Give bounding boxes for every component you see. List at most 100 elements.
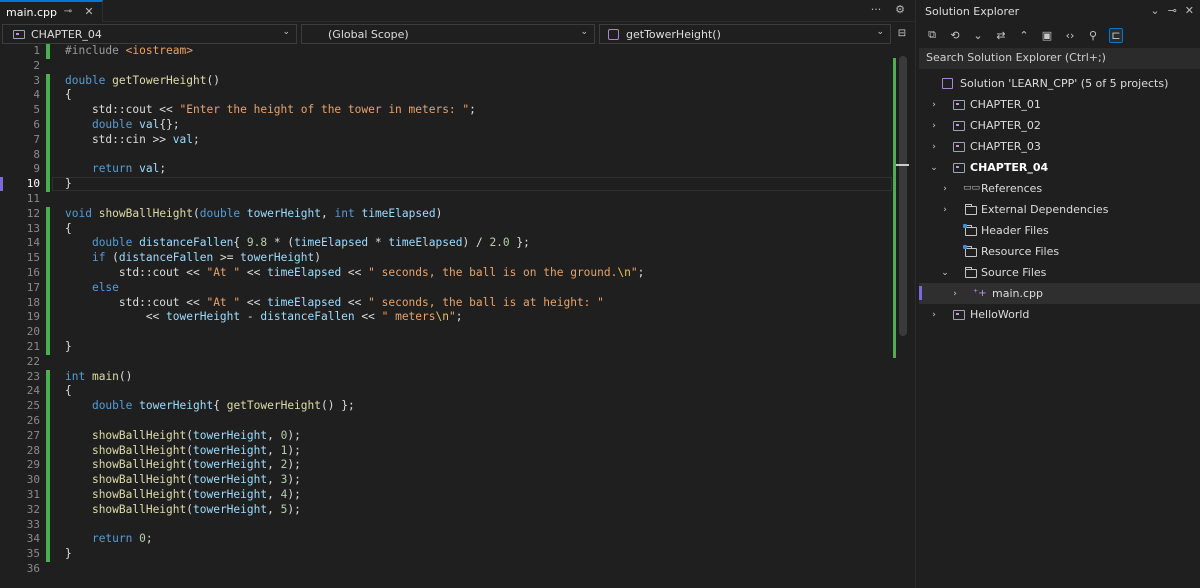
code-line[interactable]: std::cout << "Enter the height of the to… — [65, 103, 476, 116]
search-input[interactable]: Search Solution Explorer (Ctrl+;) — [919, 48, 1200, 69]
collapse-all-icon[interactable]: ⌃ — [1017, 29, 1031, 42]
chevron-right-icon[interactable]: › — [950, 289, 960, 299]
preview-selected-icon[interactable]: ⊏ — [1109, 27, 1123, 43]
scope-dropdown[interactable]: (Global Scope) ⌄ — [301, 24, 595, 44]
project-dropdown[interactable]: CHAPTER_04 ⌄ — [2, 24, 297, 44]
line-number: 9 — [33, 162, 40, 176]
member-dropdown[interactable]: getTowerHeight() ⌄ — [599, 24, 891, 44]
line-number: 28 — [26, 443, 40, 457]
chevron-right-icon[interactable]: › — [929, 142, 939, 152]
line-number: 6 — [33, 118, 40, 131]
close-icon[interactable]: ✕ — [1185, 4, 1194, 17]
tree-item-resource-files[interactable]: Resource Files — [919, 241, 1200, 262]
tree-item-source-files[interactable]: ⌄ Source Files — [919, 262, 1200, 283]
chevron-down-icon[interactable]: ⌄ — [940, 268, 950, 278]
line-number: 30 — [26, 473, 40, 487]
references-icon: ▭▭ — [963, 183, 981, 193]
chevron-right-icon[interactable]: › — [929, 310, 939, 320]
switch-views-icon[interactable]: ⧉ — [925, 28, 939, 42]
tree-item-helloworld[interactable]: › HelloWorld — [919, 304, 1200, 325]
code-line[interactable]: { — [65, 88, 72, 101]
line-number: 2 — [33, 58, 40, 72]
tree-item-chapter-01[interactable]: › CHAPTER_01 — [919, 94, 1200, 115]
chevron-down-icon[interactable]: ⌄ — [929, 163, 939, 173]
tree-item-external-dependencies[interactable]: › External Dependencies — [919, 199, 1200, 220]
code-line[interactable]: std::cin >> val; — [65, 133, 200, 146]
split-window-icon[interactable]: ⊟ — [893, 25, 911, 43]
code-line[interactable]: showBallHeight(towerHeight, 4); — [65, 488, 301, 501]
properties-icon[interactable]: ⚲ — [1086, 29, 1100, 42]
code-line[interactable]: showBallHeight(towerHeight, 0); — [65, 429, 301, 442]
chevron-down-icon: ⌄ — [580, 27, 588, 37]
tree-item-chapter-02[interactable]: › CHAPTER_02 — [919, 115, 1200, 136]
code-line[interactable]: void showBallHeight(double towerHeight, … — [65, 207, 442, 220]
tree-item-label: CHAPTER_01 — [970, 98, 1041, 111]
code-line[interactable]: } — [65, 177, 72, 190]
caret-position-marker — [896, 164, 909, 166]
code-line[interactable]: #include <iostream> — [65, 44, 193, 57]
code-line[interactable]: { — [65, 384, 72, 397]
tab-main-cpp[interactable]: main.cpp ⊸ ✕ — [0, 0, 103, 22]
project-icon — [953, 100, 965, 110]
solution-explorer: Solution Explorer ⌄ ⊸ ✕ ⧉ ⟲ ⌄ ⇄ ⌃ ▣ ‹› ⚲… — [919, 0, 1200, 588]
line-number: 13 — [26, 221, 40, 235]
history-icon[interactable]: ⟲ — [948, 29, 962, 42]
line-number: 29 — [26, 458, 40, 472]
pin-icon[interactable]: ⊸ — [61, 5, 75, 19]
tree-item-header-files[interactable]: Header Files — [919, 220, 1200, 241]
code-line[interactable]: { — [65, 222, 72, 235]
line-number: 17 — [26, 280, 40, 294]
settings-icon[interactable]: ⚙ — [893, 3, 907, 17]
code-line[interactable]: showBallHeight(towerHeight, 2); — [65, 458, 301, 471]
code-line[interactable]: } — [65, 340, 72, 353]
line-number: 32 — [26, 502, 40, 516]
close-icon[interactable]: ✕ — [82, 5, 96, 19]
pin-icon[interactable]: ⊸ — [1168, 4, 1177, 17]
chevron-down-icon[interactable]: ⌄ — [971, 29, 985, 42]
code-line[interactable]: } — [65, 547, 72, 560]
project-icon — [953, 310, 965, 320]
line-number: 11 — [26, 192, 40, 205]
code-line[interactable]: if (distanceFallen >= towerHeight) — [65, 251, 321, 264]
tree-item-main-cpp[interactable]: › ⁺+ main.cpp — [919, 283, 1200, 304]
vertical-scrollbar[interactable] — [893, 44, 915, 588]
tree-item-label: CHAPTER_03 — [970, 140, 1041, 153]
chevron-down-icon[interactable]: ⌄ — [1150, 4, 1159, 17]
current-line-highlight — [52, 177, 892, 192]
tree-item-references[interactable]: › ▭▭ References — [919, 178, 1200, 199]
code-line[interactable]: return val; — [65, 162, 166, 175]
show-all-files-icon[interactable]: ▣ — [1040, 29, 1054, 42]
code-line[interactable]: double distanceFallen{ 9.8 * (timeElapse… — [65, 236, 530, 249]
sync-icon[interactable]: ⇄ — [994, 29, 1008, 42]
tab-overflow-icon[interactable]: ··· — [869, 3, 883, 17]
tree-item-chapter-03[interactable]: › CHAPTER_03 — [919, 136, 1200, 157]
chevron-right-icon[interactable]: › — [929, 121, 939, 131]
code-line[interactable]: showBallHeight(towerHeight, 5); — [65, 503, 301, 516]
chevron-right-icon[interactable]: › — [940, 184, 950, 194]
chevron-right-icon[interactable]: › — [940, 205, 950, 215]
change-indicator — [46, 73, 50, 192]
code-line[interactable]: << towerHeight - distanceFallen << " met… — [65, 310, 463, 323]
code-line[interactable]: double val{}; — [65, 118, 180, 131]
code-line[interactable]: std::cout << "At " << timeElapsed << " s… — [65, 296, 604, 309]
code-line[interactable]: return 0; — [65, 532, 153, 545]
code-icon[interactable]: ‹› — [1063, 29, 1077, 42]
project-icon — [953, 142, 965, 152]
code-line[interactable]: showBallHeight(towerHeight, 3); — [65, 473, 301, 486]
line-number: 18 — [26, 295, 40, 309]
tree-item-label: CHAPTER_04 — [970, 161, 1049, 174]
code-area[interactable]: 1 2 3 4 5 6 7 8 9 10 11 12 13 14 15 16 17 18 19 20 21 22 23 24 2… — [0, 44, 893, 588]
scrollbar-thumb[interactable] — [899, 56, 907, 336]
line-number: 26 — [26, 414, 40, 427]
code-line[interactable]: double getTowerHeight() — [65, 74, 220, 87]
chevron-right-icon[interactable]: › — [929, 100, 939, 110]
tree-item-chapter-04[interactable]: ⌄ CHAPTER_04 — [919, 157, 1200, 178]
code-line[interactable]: int main() — [65, 370, 132, 383]
code-line[interactable]: double towerHeight{ getTowerHeight() }; — [65, 399, 355, 412]
line-number: 15 — [26, 251, 40, 265]
solution-node[interactable]: Solution 'LEARN_CPP' (5 of 5 projects) — [919, 73, 1200, 94]
line-number: 31 — [26, 488, 40, 501]
code-line[interactable]: showBallHeight(towerHeight, 1); — [65, 444, 301, 457]
code-line[interactable]: else — [65, 281, 119, 294]
code-line[interactable]: std::cout << "At " << timeElapsed << " s… — [65, 266, 644, 279]
